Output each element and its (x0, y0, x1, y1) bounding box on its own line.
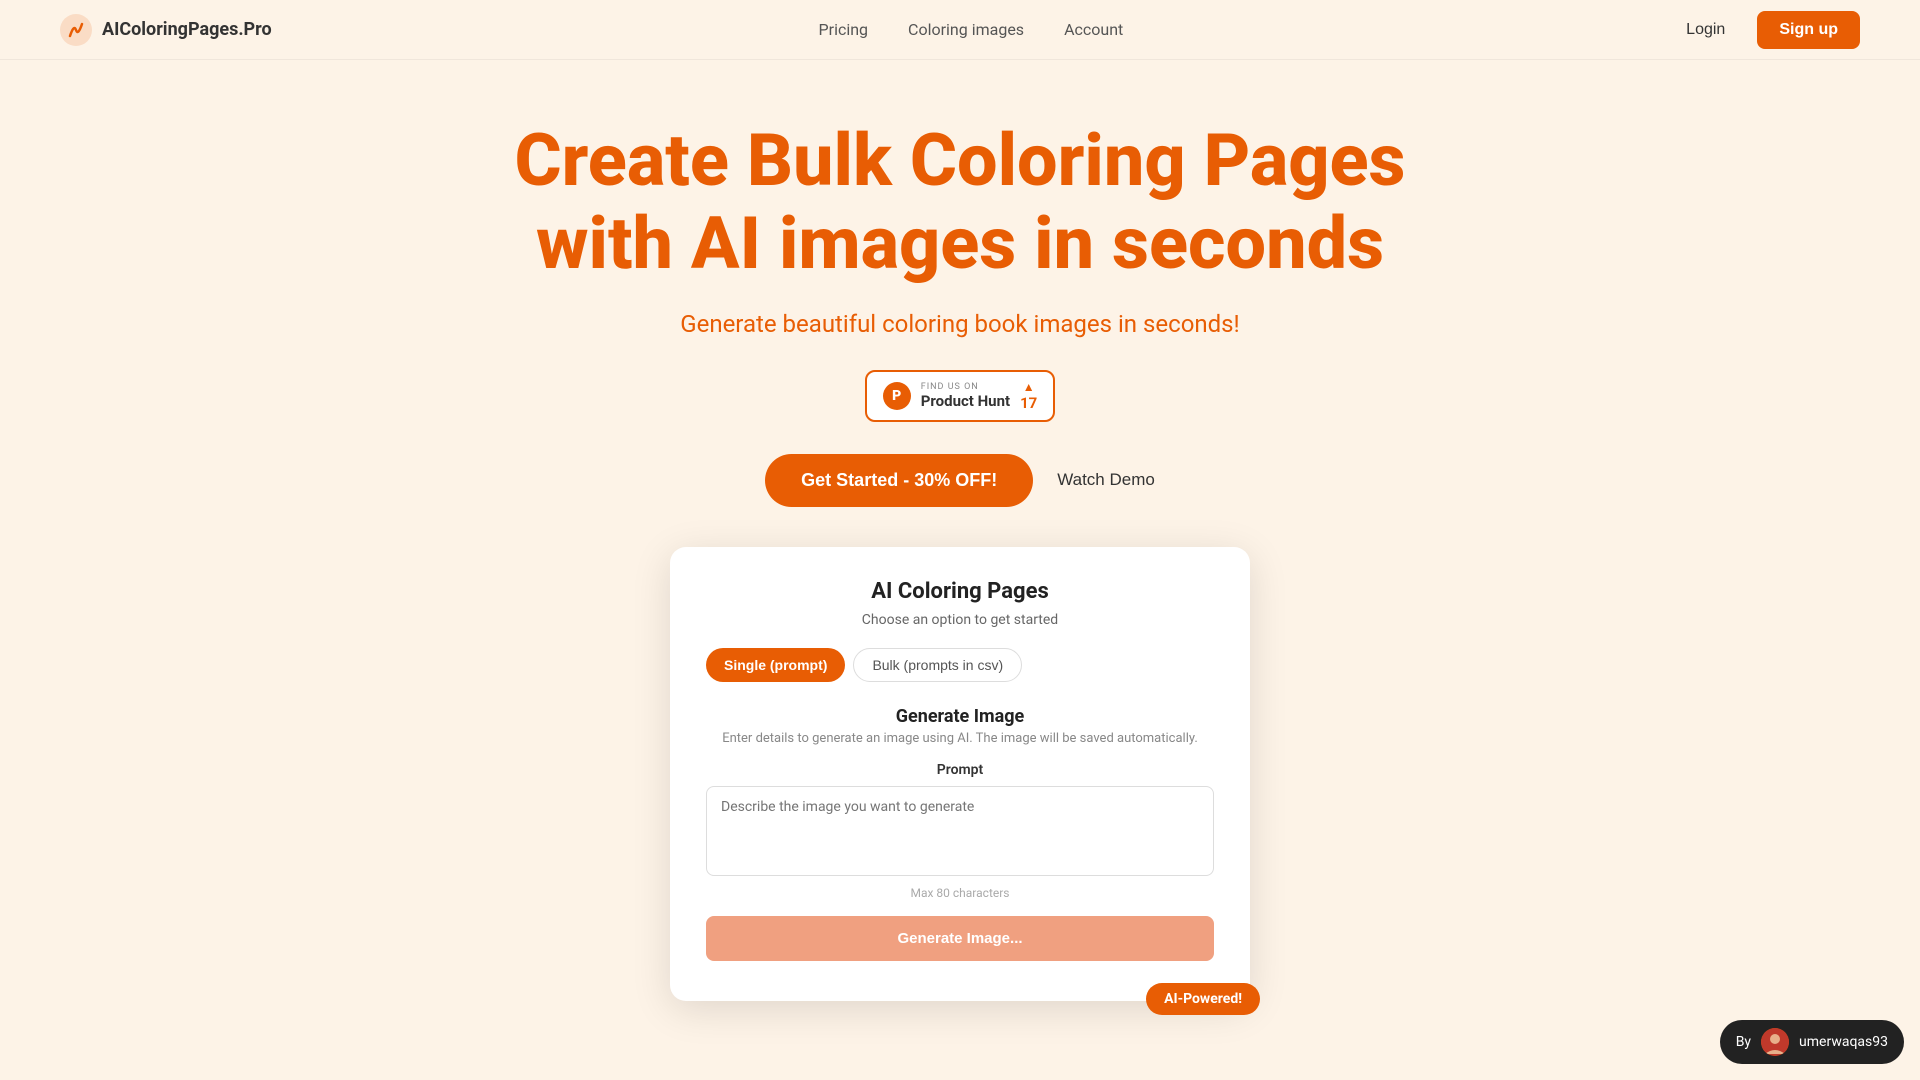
nav-link-pricing[interactable]: Pricing (819, 20, 869, 39)
logo-text: AIColoringPages.Pro (102, 19, 272, 40)
logo-icon (60, 14, 92, 46)
ai-powered-badge: AI-Powered! (1146, 983, 1260, 1015)
char-limit-text: Max 80 characters (706, 886, 1214, 900)
navbar: AIColoringPages.Pro Pricing Coloring ima… (0, 0, 1920, 60)
tab-bulk-csv[interactable]: Bulk (prompts in csv) (853, 648, 1022, 682)
signup-button[interactable]: Sign up (1757, 11, 1860, 49)
ph-logo-icon: P (883, 382, 911, 410)
prompt-label: Prompt (706, 762, 1214, 778)
nav-auth: Login Sign up (1670, 11, 1860, 49)
app-card-subtitle: Choose an option to get started (706, 612, 1214, 628)
login-button[interactable]: Login (1670, 13, 1741, 47)
nav-link-account[interactable]: Account (1064, 20, 1123, 39)
tab-single-prompt[interactable]: Single (prompt) (706, 648, 845, 682)
tab-row: Single (prompt) Bulk (prompts in csv) (706, 648, 1214, 682)
logo-area: AIColoringPages.Pro (60, 14, 272, 46)
get-started-button[interactable]: Get Started - 30% OFF! (765, 454, 1033, 507)
product-hunt-badge[interactable]: P FIND US ON Product Hunt ▲ 17 (865, 370, 1056, 422)
nav-links: Pricing Coloring images Account (819, 20, 1124, 39)
by-label: By (1736, 1034, 1751, 1050)
hero-subtitle: Generate beautiful coloring book images … (680, 310, 1240, 338)
ph-votes: ▲ 17 (1020, 380, 1037, 412)
generate-section-title: Generate Image (706, 706, 1214, 727)
username-text: umerwaqas93 (1799, 1034, 1888, 1050)
nav-link-coloring[interactable]: Coloring images (908, 20, 1024, 39)
ph-find-text: FIND US ON (921, 382, 979, 392)
hero-title: Create Bulk Coloring Pages with AI image… (510, 120, 1410, 286)
app-card: AI Coloring Pages Choose an option to ge… (670, 547, 1250, 1001)
generate-section-desc: Enter details to generate an image using… (706, 731, 1214, 746)
ph-vote-count: 17 (1020, 394, 1037, 412)
ph-name: Product Hunt (921, 392, 1010, 410)
ph-arrow-icon: ▲ (1023, 380, 1035, 394)
generate-button[interactable]: Generate Image... (706, 916, 1214, 961)
hero-section: Create Bulk Coloring Pages with AI image… (0, 60, 1920, 1041)
ph-text: FIND US ON Product Hunt (921, 382, 1010, 410)
cta-row: Get Started - 30% OFF! Watch Demo (765, 454, 1155, 507)
prompt-input[interactable] (706, 786, 1214, 876)
watch-demo-button[interactable]: Watch Demo (1057, 470, 1155, 490)
user-avatar (1761, 1028, 1789, 1056)
by-user-badge: By umerwaqas93 (1720, 1020, 1904, 1064)
app-card-wrapper: AI Coloring Pages Choose an option to ge… (670, 547, 1250, 1001)
app-card-title: AI Coloring Pages (706, 579, 1214, 604)
